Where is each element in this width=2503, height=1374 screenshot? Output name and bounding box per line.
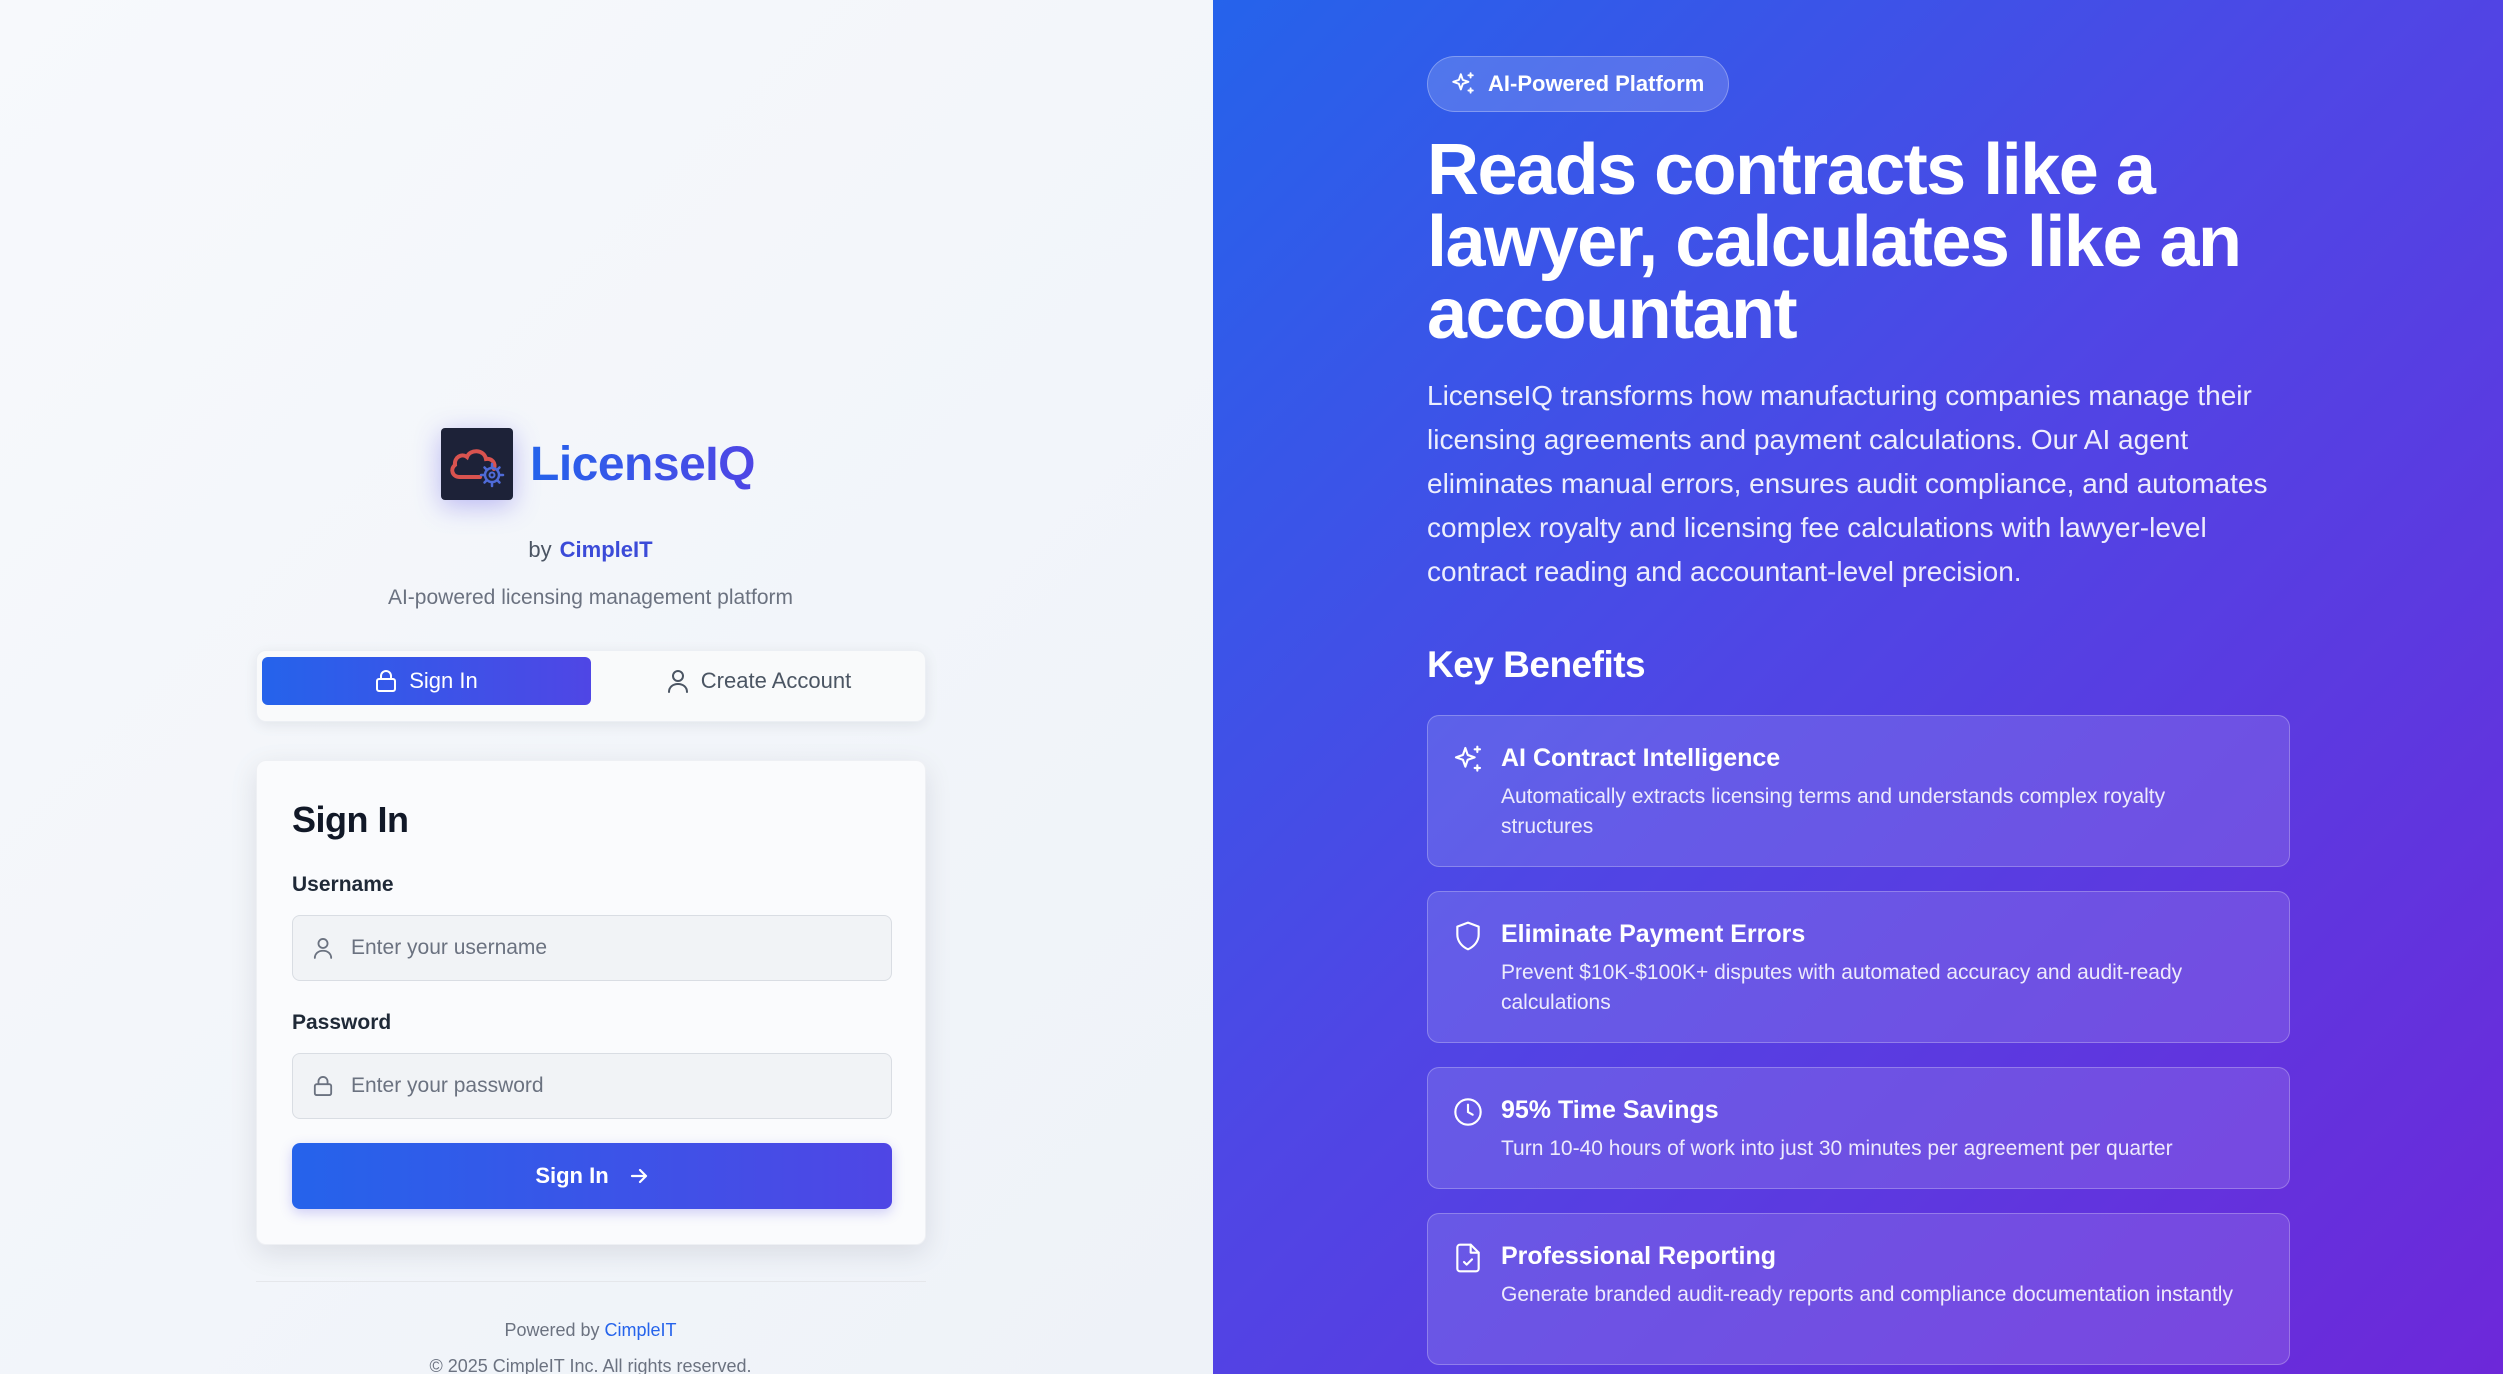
login-page: LicenseIQ by CimpleIT AI-powered licensin…: [0, 0, 2503, 1374]
benefit-title: 95% Time Savings: [1501, 1096, 1719, 1124]
benefit-card: 95% Time Savings Turn 10-40 hours of wor…: [1427, 1067, 2290, 1189]
sign-in-button[interactable]: Sign In: [292, 1143, 892, 1209]
brand-name: LicenseIQ: [530, 437, 755, 491]
username-label: Username: [292, 873, 394, 896]
hero-description: LicenseIQ transforms how manufacturing c…: [1427, 380, 2268, 587]
sparkles-icon: [1452, 72, 1474, 94]
key-benefits-title: Key Benefits: [1427, 644, 1646, 685]
benefit-card: Eliminate Payment Errors Prevent $10K-$1…: [1427, 891, 2290, 1043]
hero-panel: AI-Powered Platform Reads contracts like…: [1213, 0, 2503, 1374]
benefit-title: Eliminate Payment Errors: [1501, 920, 1806, 948]
card-title: Sign In: [292, 799, 409, 840]
file-check-icon: [1456, 1243, 1480, 1273]
benefit-title: AI Contract Intelligence: [1501, 744, 1781, 772]
user-icon: [313, 938, 333, 959]
user-icon: [667, 670, 688, 693]
lock-icon: [376, 670, 397, 692]
password-label: Password: [292, 1011, 392, 1034]
tab-create-account[interactable]: Create Account: [597, 657, 921, 705]
tab-sign-in-label: Sign In: [409, 668, 478, 693]
arrow-right-icon: [630, 1168, 647, 1184]
password-field: [292, 1053, 892, 1119]
logo: [441, 428, 513, 500]
platform-badge-label: AI-Powered Platform: [1488, 71, 1705, 96]
byline: by CimpleIT: [0, 537, 1181, 563]
tagline: AI-powered licensing management platform: [387, 586, 794, 609]
cloud-gear-icon: [450, 449, 505, 488]
by-label: by: [528, 537, 552, 562]
footer-divider: [256, 1281, 926, 1282]
benefit-card: Professional Reporting Generate branded …: [1427, 1213, 2290, 1365]
shield-icon: [1456, 921, 1480, 951]
benefit-card: AI Contract Intelligence Automatically e…: [1427, 715, 2290, 867]
sign-in-card: Sign In Username Password Sign In: [256, 760, 926, 1245]
brand: LicenseIQ: [441, 428, 755, 500]
powered-by: Powered by CimpleIT: [0, 1320, 1181, 1341]
tab-create-account-label: Create Account: [700, 668, 852, 693]
benefit-description: Prevent $10K-$100K+ disputes with automa…: [1501, 961, 2183, 1014]
powered-by-company-link[interactable]: CimpleIT: [605, 1320, 677, 1340]
benefit-description: Generate branded audit-ready reports and…: [1501, 1283, 2233, 1306]
sign-in-button-label: Sign In: [535, 1163, 609, 1188]
auth-tabs: Sign In Create Account: [256, 650, 926, 722]
auth-panel: LicenseIQ by CimpleIT AI-powered licensin…: [0, 0, 1213, 1374]
username-input[interactable]: [351, 936, 871, 960]
clock-icon: [1454, 1098, 1482, 1126]
tab-sign-in[interactable]: Sign In: [262, 657, 591, 705]
lock-icon: [313, 1076, 333, 1096]
company-name: CimpleIT: [559, 537, 653, 562]
copyright: © 2025 CimpleIT Inc. All rights reserved…: [429, 1356, 752, 1374]
username-field: [292, 915, 892, 981]
platform-badge: AI-Powered Platform: [1427, 56, 1730, 112]
benefit-description: Automatically extracts licensing terms a…: [1501, 785, 2166, 838]
hero-headline: Reads contracts like a lawyer, calculate…: [1427, 130, 2242, 354]
password-input[interactable]: [351, 1074, 871, 1098]
powered-by-label: Powered by: [504, 1320, 600, 1340]
sparkles-icon: [1454, 745, 1482, 772]
benefit-title: Professional Reporting: [1501, 1242, 1777, 1270]
benefit-description: Turn 10-40 hours of work into just 30 mi…: [1501, 1137, 2173, 1160]
